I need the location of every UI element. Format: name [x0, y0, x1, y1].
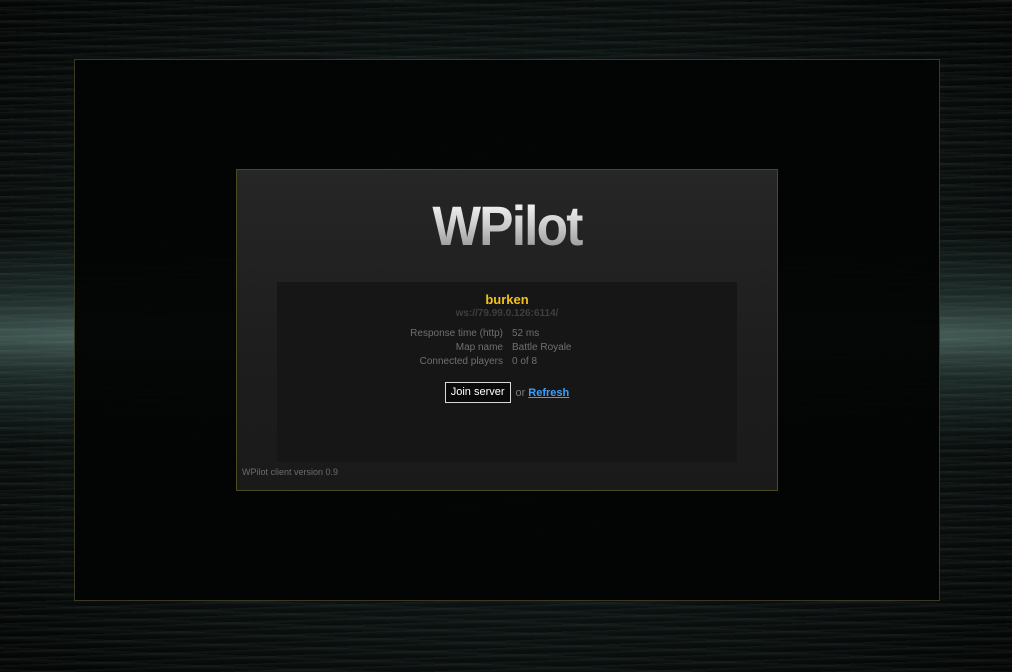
info-label: Response time (http): [410, 328, 503, 339]
info-label: Map name: [455, 342, 503, 353]
server-name: burken: [485, 292, 529, 307]
server-dialog: WPilot burken ws://79.99.0.126:6114/ Res…: [236, 169, 778, 491]
refresh-link[interactable]: Refresh: [528, 387, 569, 399]
info-value: 52 ms: [512, 328, 540, 339]
info-value: 0 of 8: [512, 356, 538, 367]
server-actions: Join server or Refresh: [277, 382, 737, 403]
join-server-button[interactable]: Join server: [444, 382, 511, 403]
server-info-panel: burken ws://79.99.0.126:6114/ Response t…: [277, 282, 737, 462]
info-row-map-name: Map name Battle Royale: [277, 341, 737, 355]
or-text: or: [515, 386, 526, 399]
info-row-response-time: Response time (http) 52 ms: [277, 327, 737, 341]
server-url: ws://79.99.0.126:6114/: [455, 308, 559, 319]
info-value: Battle Royale: [512, 342, 572, 353]
info-label: Connected players: [419, 356, 503, 367]
wpilot-logo: WPilot: [259, 196, 756, 256]
info-row-connected-players: Connected players 0 of 8: [277, 355, 737, 369]
client-version: WPilot client version 0.9: [242, 467, 339, 477]
